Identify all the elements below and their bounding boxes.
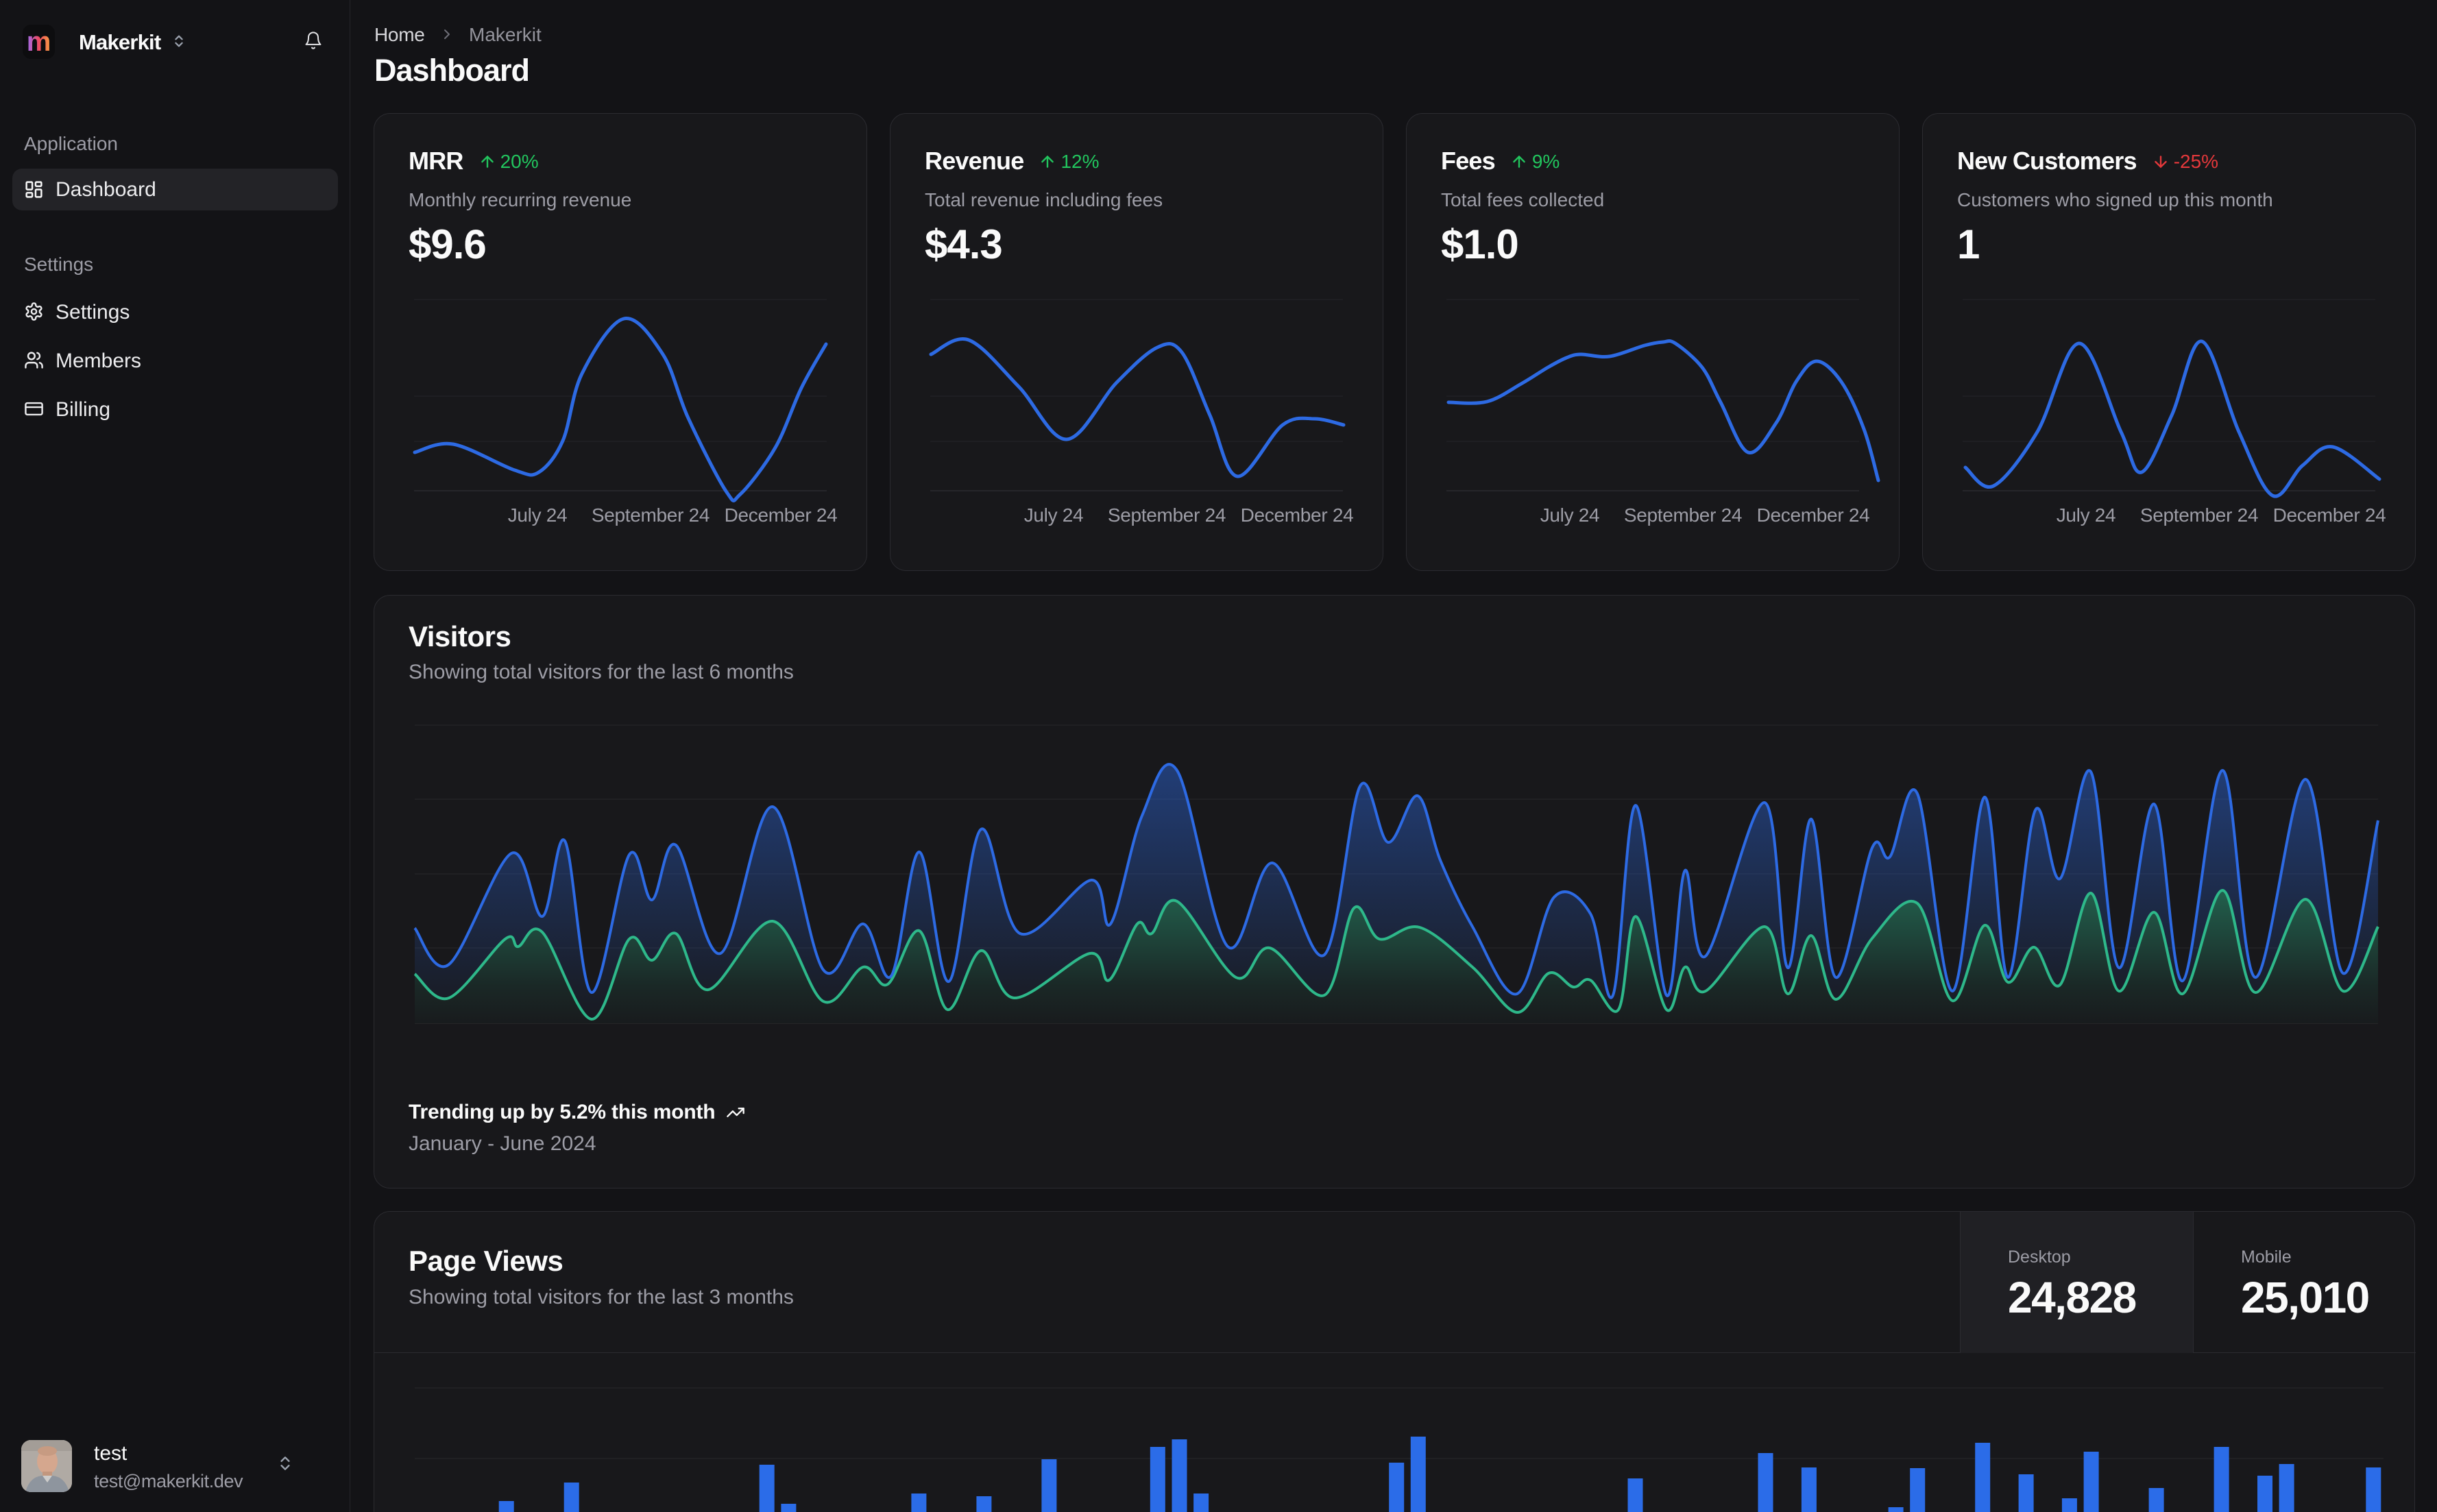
svg-text:m: m bbox=[27, 27, 51, 57]
